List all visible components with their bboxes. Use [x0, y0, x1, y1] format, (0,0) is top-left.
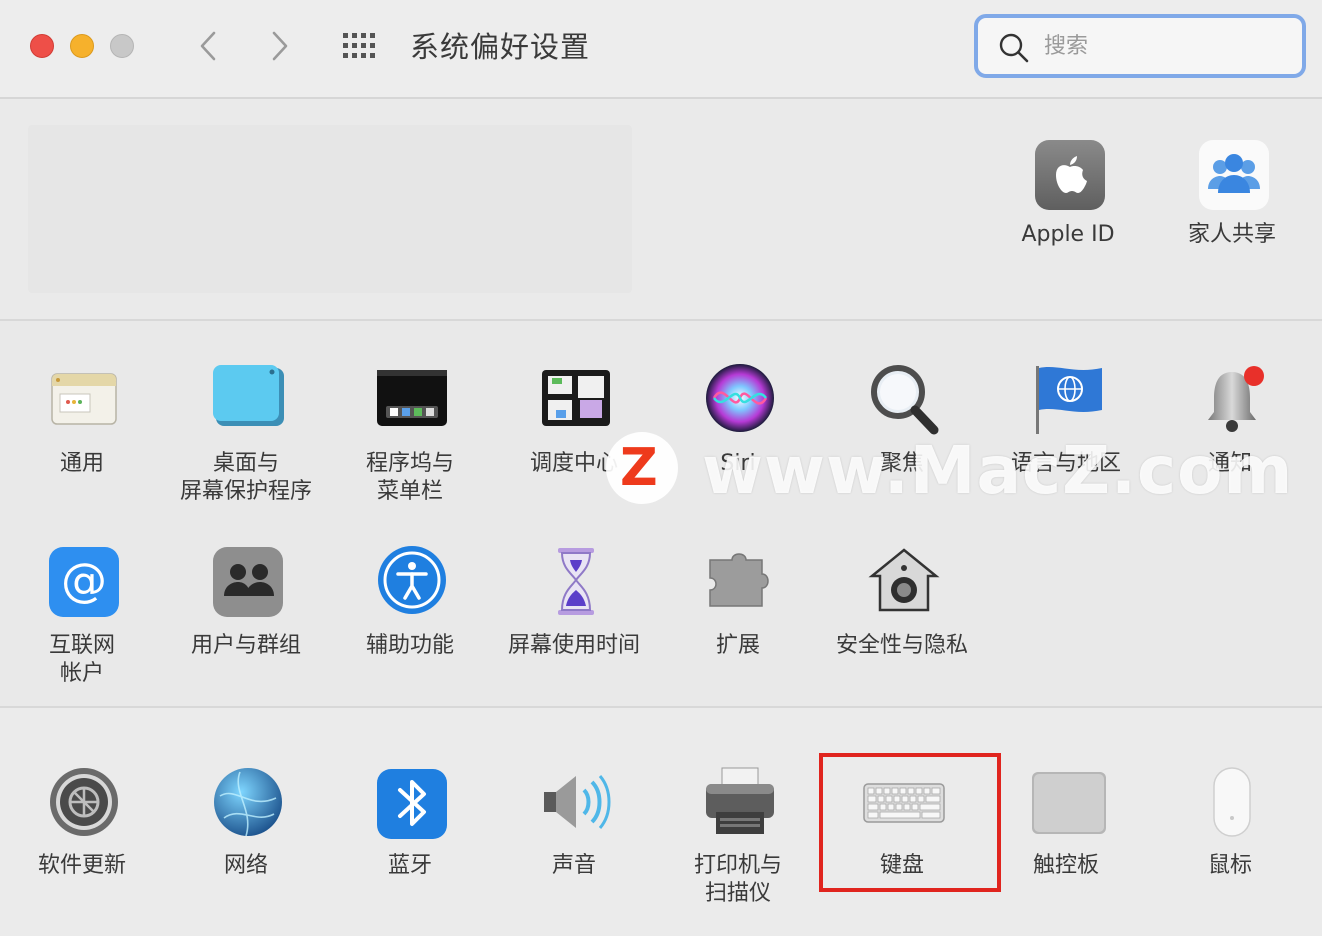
notifications-icon [1208, 366, 1264, 432]
sound-icon [544, 775, 611, 829]
pane-label: 蓝牙 [387, 853, 432, 878]
pane-label: 鼠标 [1207, 853, 1252, 878]
pane-extensions[interactable]: 扩展 [658, 544, 818, 694]
network-icon [214, 768, 282, 837]
security-privacy-icon [868, 548, 940, 612]
profile-area[interactable] [28, 125, 632, 293]
pane-label: 键盘 [879, 853, 924, 878]
pane-screen-time[interactable]: 屏幕使用时间 [494, 544, 654, 694]
search-icon [999, 33, 1029, 63]
bluetooth-icon [377, 769, 447, 839]
spotlight-icon [871, 365, 939, 435]
grid-icon [343, 33, 375, 58]
svg-text:@: @ [61, 553, 107, 607]
pane-label: 网络 [223, 853, 268, 878]
pane-label: 互联网 帐户 [48, 633, 115, 686]
desktop-screensaver-icon [213, 365, 284, 426]
pane-label: 用户与群组 [190, 633, 301, 658]
zoom-window-button[interactable] [110, 34, 134, 58]
pane-label: 安全性与隐私 [835, 633, 968, 658]
pane-label: 屏幕使用时间 [507, 633, 640, 658]
pane-dock-menubar[interactable]: 程序坞与 菜单栏 [330, 362, 490, 512]
pane-desktop-screensaver[interactable]: 桌面与 屏幕保护程序 [166, 362, 326, 512]
pane-siri[interactable]: Siri [658, 362, 818, 512]
pane-sound[interactable]: 声音 [494, 766, 654, 916]
language-region-icon [1036, 366, 1102, 434]
forward-button[interactable] [260, 26, 300, 66]
chevron-left-icon [200, 31, 216, 61]
show-all-button[interactable] [340, 30, 382, 62]
pane-mission-control[interactable]: 调度中心 [494, 362, 654, 512]
pane-printers-scanners[interactable]: 打印机与 扫描仪 [658, 766, 818, 916]
mission-control-icon [542, 370, 610, 426]
pane-label: Apple ID [1021, 222, 1115, 247]
software-update-icon [50, 768, 118, 836]
accessibility-icon [378, 546, 446, 614]
users-groups-icon [213, 547, 283, 617]
pane-users-groups[interactable]: 用户与群组 [166, 544, 326, 694]
pane-bluetooth[interactable]: 蓝牙 [330, 766, 490, 916]
pane-software-update[interactable]: 软件更新 [2, 766, 162, 916]
pane-keyboard[interactable]: 键盘 [822, 766, 982, 886]
pane-trackpad[interactable]: 触控板 [986, 766, 1146, 916]
printers-scanners-icon [706, 767, 774, 834]
search-input[interactable] [1042, 30, 1286, 62]
pane-accessibility[interactable]: 辅助功能 [330, 544, 490, 694]
pane-label: 打印机与 扫描仪 [693, 853, 782, 906]
window-title: 系统偏好设置 [410, 30, 591, 64]
pane-label: 家人共享 [1187, 222, 1276, 247]
pane-label: 聚焦 [879, 451, 924, 476]
pane-label: 辅助功能 [365, 633, 454, 658]
chevron-right-icon [272, 31, 288, 61]
account-section: Apple ID 家人共享 [0, 99, 1322, 321]
screen-time-icon [558, 548, 594, 615]
family-sharing-icon [1199, 140, 1269, 210]
pane-label: 程序坞与 菜单栏 [365, 451, 454, 504]
pane-label: 语言与地区 [1010, 451, 1121, 476]
pane-notifications[interactable]: 通知 [1150, 362, 1310, 512]
pane-label: 软件更新 [37, 853, 126, 878]
close-window-button[interactable] [30, 34, 54, 58]
pane-language-region[interactable]: 语言与地区 [986, 362, 1146, 512]
pane-label: 桌面与 屏幕保护程序 [179, 451, 312, 504]
pane-label: 声音 [551, 853, 596, 878]
dock-menubar-icon [377, 370, 447, 426]
pane-family-sharing[interactable]: 家人共享 [1152, 135, 1312, 265]
siri-icon [706, 364, 774, 432]
apple-id-icon [1035, 140, 1105, 210]
title-bar: 系统偏好设置 [0, 0, 1322, 99]
general-icon [51, 373, 117, 425]
pane-security-privacy[interactable]: 安全性与隐私 [822, 544, 982, 694]
pane-label: 调度中心 [529, 451, 618, 476]
mouse-icon [1213, 767, 1251, 837]
back-button[interactable] [188, 26, 228, 66]
pane-label: 触控板 [1032, 853, 1099, 878]
search-field[interactable] [974, 14, 1306, 78]
minimize-window-button[interactable] [70, 34, 94, 58]
pane-spotlight[interactable]: 聚焦 [822, 362, 982, 512]
pane-general[interactable]: 通用 [2, 362, 162, 512]
pane-mouse[interactable]: 鼠标 [1150, 766, 1310, 916]
pane-network[interactable]: 网络 [166, 766, 326, 916]
pane-label: 扩展 [715, 633, 760, 658]
trackpad-icon [1032, 772, 1106, 834]
keyboard-icon [863, 783, 945, 823]
pane-label: 通知 [1207, 451, 1252, 476]
pane-apple-id[interactable]: Apple ID [988, 135, 1148, 265]
internet-accounts-icon: @ [49, 547, 119, 617]
extensions-icon [709, 553, 769, 607]
pane-label: Siri [720, 451, 756, 476]
pane-label: 通用 [59, 451, 104, 476]
pane-internet-accounts[interactable]: @ 互联网 帐户 [2, 544, 162, 694]
